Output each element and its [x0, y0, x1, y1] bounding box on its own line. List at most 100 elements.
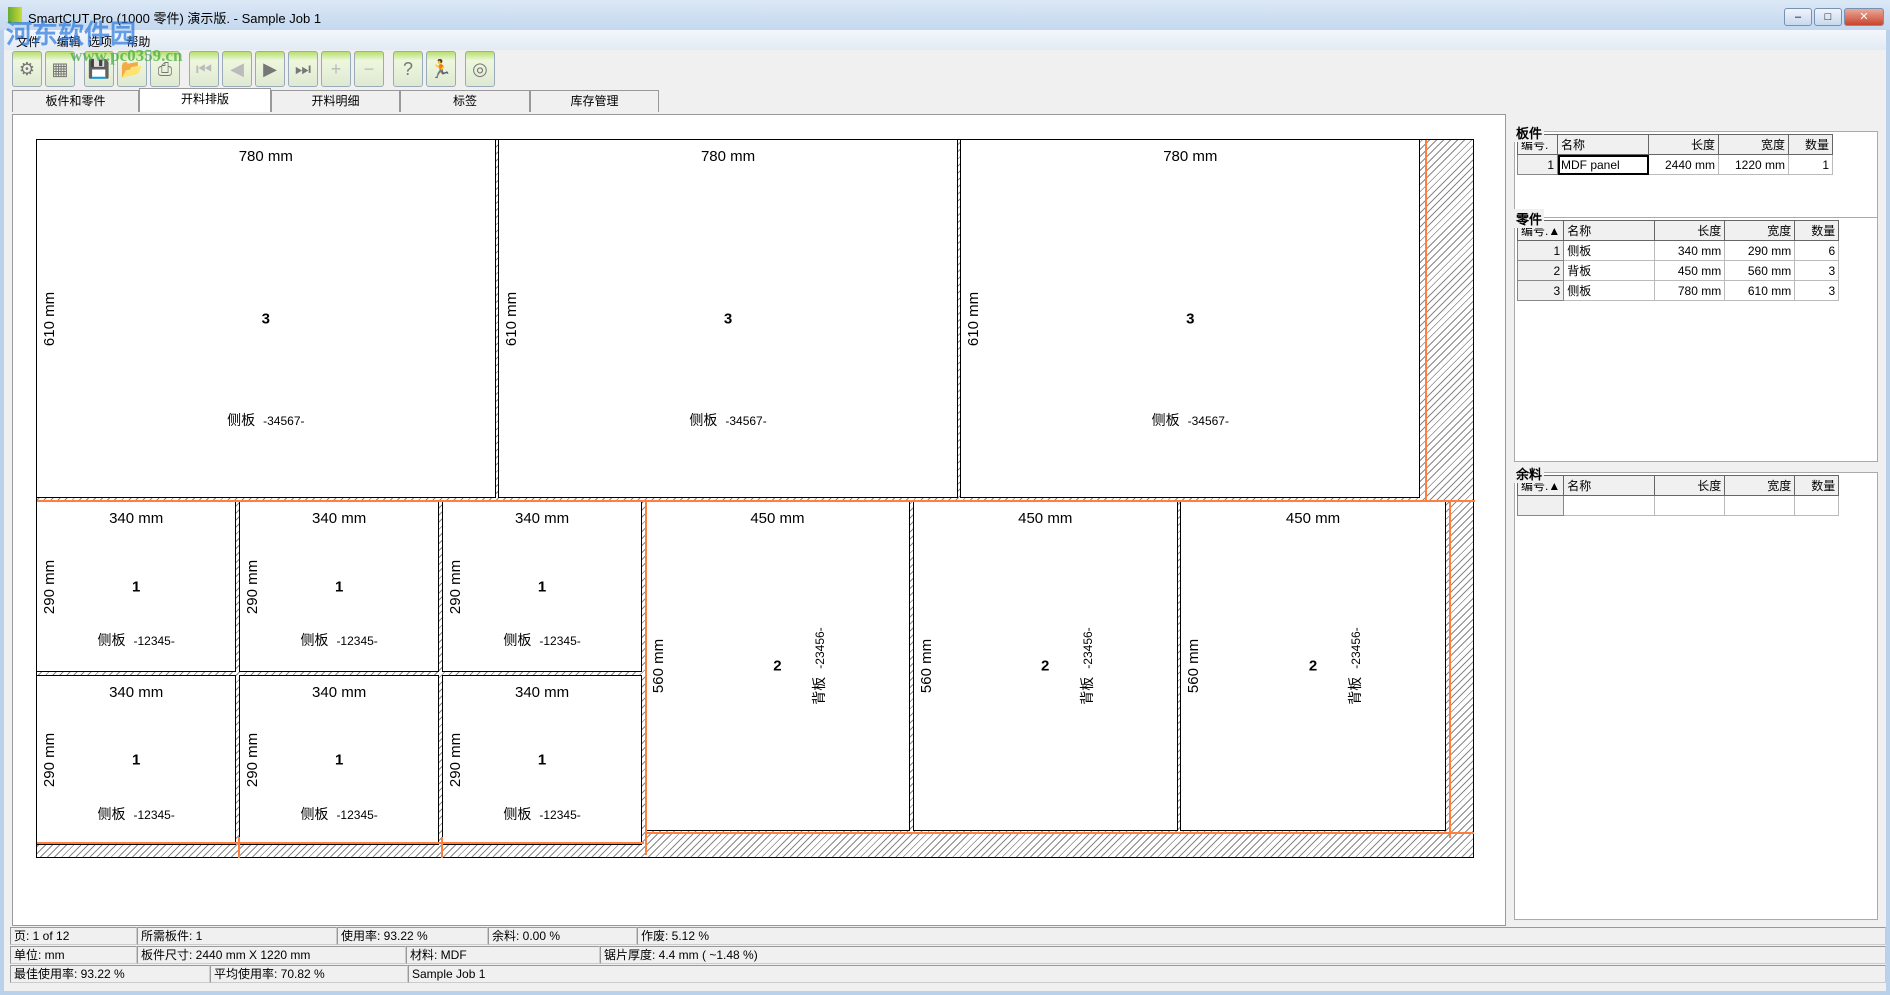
minus-button[interactable]: −	[354, 51, 384, 87]
toolbar: ⚙ ▦ 💾 📂 ⎙ ⏮ ◀ ▶ ⏭ + −? 🏃 ◎	[8, 51, 1886, 89]
part-piece[interactable]: 450 mm 560 mm 2 背板-23456-	[644, 501, 911, 832]
table-cell[interactable]: 1220 mm	[1718, 154, 1789, 175]
row-number[interactable]	[1516, 495, 1565, 516]
part-length-label: 780 mm	[1163, 148, 1218, 165]
part-piece[interactable]: 340 mm 290 mm 1 侧板 -12345-	[36, 674, 237, 846]
parts-group-table: 编号.▲ 名称 长度 宽度 数量 1 侧板 340 mm 290 mm 6 2 背板 450 mm 560…	[1516, 220, 1840, 301]
part-piece[interactable]: 340 mm 290 mm 1 侧板 -12345-	[36, 501, 237, 672]
part-name: 侧板	[97, 632, 126, 649]
column-header[interactable]: 宽度	[1724, 475, 1796, 496]
gear-button[interactable]: ⚙	[12, 51, 42, 87]
next-page-button[interactable]: ▶	[255, 51, 285, 87]
table-cell[interactable]: 560 mm	[1724, 260, 1796, 281]
table-cell[interactable]: 450 mm	[1654, 260, 1726, 281]
watermark-url: www.pc0359.cn	[70, 46, 183, 65]
table-cell[interactable]: 3	[1794, 260, 1840, 281]
part-piece[interactable]: 340 mm 290 mm 1 侧板 -12345-	[238, 501, 440, 672]
table-cell[interactable]	[1563, 495, 1656, 516]
part-piece[interactable]: 340 mm 290 mm 1 侧板 -12345-	[441, 501, 643, 672]
tab-2[interactable]: 开料明细	[271, 90, 400, 112]
exit-button[interactable]: 🏃	[426, 51, 456, 87]
plus-button[interactable]: +	[321, 51, 351, 87]
last-page-button[interactable]: ⏭	[288, 51, 318, 87]
table-cell[interactable]: 780 mm	[1654, 280, 1726, 301]
table-cell[interactable]	[1794, 495, 1840, 516]
table-cell[interactable]: 侧板	[1563, 280, 1656, 301]
table-cell[interactable]: 340 mm	[1654, 240, 1726, 261]
table-header-row: 编号.▲ 名称 长度 宽度 数量	[1516, 475, 1840, 496]
column-header[interactable]: 宽度	[1718, 134, 1789, 155]
help-icon: ?	[402, 59, 413, 79]
title-bar: SmartCUT Pro (1000 零件) 演示版. - Sample Job…	[0, 0, 1890, 30]
column-header[interactable]: 数量	[1794, 220, 1840, 241]
table-cell[interactable]: 610 mm	[1724, 280, 1796, 301]
row-number[interactable]: 1	[1517, 154, 1558, 175]
tab-0[interactable]: 板件和零件	[12, 90, 139, 112]
row-number[interactable]: 2	[1516, 260, 1565, 281]
row-number[interactable]: 3	[1516, 280, 1565, 301]
part-piece[interactable]: 340 mm 290 mm 1 侧板 -12345-	[238, 674, 440, 846]
prev-page-button[interactable]: ◀	[222, 51, 252, 87]
column-header[interactable]: 长度	[1648, 134, 1719, 155]
column-header[interactable]: 数量	[1788, 134, 1833, 155]
cut-line	[237, 837, 240, 858]
part-id-label: 1	[537, 578, 547, 595]
close-button[interactable]: ✕	[1844, 8, 1884, 26]
part-piece[interactable]: 450 mm 560 mm 2 背板-23456-	[1180, 501, 1446, 832]
table-row[interactable]: 1 侧板 340 mm 290 mm 6	[1516, 240, 1840, 261]
part-length-label: 340 mm	[514, 510, 570, 528]
part-piece[interactable]: 450 mm 560 mm 2 背板-23456-	[912, 501, 1178, 832]
part-piece[interactable]: 780 mm 610 mm 3 侧板 -34567-	[498, 139, 958, 499]
status-cell: 作废: 5.12 %	[637, 927, 1886, 945]
part-name: 侧板	[300, 632, 329, 649]
cutting-layout-canvas[interactable]: 780 mm 610 mm 3 侧板 -34567- 780 mm 610 mm 3 侧板 -34…	[12, 114, 1506, 926]
table-row[interactable]: 1 MDF panel 2440 mm 1220 mm 1	[1517, 154, 1833, 175]
table-row[interactable]: 3 侧板 780 mm 610 mm 3	[1516, 280, 1840, 301]
column-header[interactable]: 长度	[1654, 475, 1726, 496]
tab-3[interactable]: 标签	[400, 90, 530, 112]
part-piece[interactable]: 340 mm 290 mm 1 侧板 -12345-	[441, 674, 643, 846]
status-cell: 平均使用率: 70.82 %	[210, 965, 408, 983]
table-cell[interactable]: 侧板	[1563, 240, 1656, 261]
tab-1[interactable]: 开料排版	[139, 88, 271, 112]
status-cell: 材料: MDF	[406, 946, 600, 964]
part-code: -34567-	[263, 413, 305, 428]
table-cell[interactable]: 1	[1788, 154, 1833, 175]
minus-icon: −	[363, 59, 375, 79]
sheets-group-title: 板件	[1514, 123, 1545, 142]
column-header[interactable]: 名称	[1557, 134, 1649, 155]
column-header[interactable]: 数量	[1794, 475, 1840, 496]
sheet-board: 780 mm 610 mm 3 侧板 -34567- 780 mm 610 mm 3 侧板 -34…	[36, 139, 1475, 858]
part-code: -34567-	[725, 413, 767, 428]
table-cell[interactable]: MDF panel	[1557, 154, 1649, 175]
maximize-button[interactable]: □	[1814, 8, 1842, 26]
cut-line	[37, 842, 644, 845]
table-cell[interactable]: 背板	[1563, 260, 1656, 281]
row-number[interactable]: 1	[1516, 240, 1565, 261]
part-length-label: 340 mm	[514, 683, 570, 701]
table-cell[interactable]: 2440 mm	[1648, 154, 1719, 175]
tab-4[interactable]: 库存管理	[530, 90, 659, 112]
table-row[interactable]: 2 背板 450 mm 560 mm 3	[1516, 260, 1840, 281]
table-cell[interactable]	[1654, 495, 1726, 516]
part-piece[interactable]: 780 mm 610 mm 3 侧板 -34567-	[960, 139, 1421, 499]
table-row[interactable]	[1516, 495, 1840, 516]
disc-button[interactable]: ◎	[465, 51, 495, 87]
column-header[interactable]: 宽度	[1724, 220, 1796, 241]
part-id-label: 2	[1308, 657, 1318, 675]
column-header[interactable]: 长度	[1654, 220, 1726, 241]
next-page-icon: ▶	[263, 59, 277, 79]
part-length-label: 780 mm	[238, 148, 293, 165]
column-header[interactable]: 名称	[1563, 475, 1656, 496]
part-name: 侧板	[97, 805, 126, 822]
minimize-button[interactable]: –	[1784, 8, 1812, 26]
table-cell[interactable]: 290 mm	[1724, 240, 1796, 261]
table-cell[interactable]: 3	[1794, 280, 1840, 301]
parts-group-title: 零件	[1514, 209, 1545, 228]
first-page-button[interactable]: ⏮	[189, 51, 219, 87]
column-header[interactable]: 名称	[1563, 220, 1656, 241]
help-button[interactable]: ?	[393, 51, 423, 87]
table-cell[interactable]: 6	[1794, 240, 1840, 261]
part-piece[interactable]: 780 mm 610 mm 3 侧板 -34567-	[36, 139, 496, 499]
table-cell[interactable]	[1724, 495, 1796, 516]
